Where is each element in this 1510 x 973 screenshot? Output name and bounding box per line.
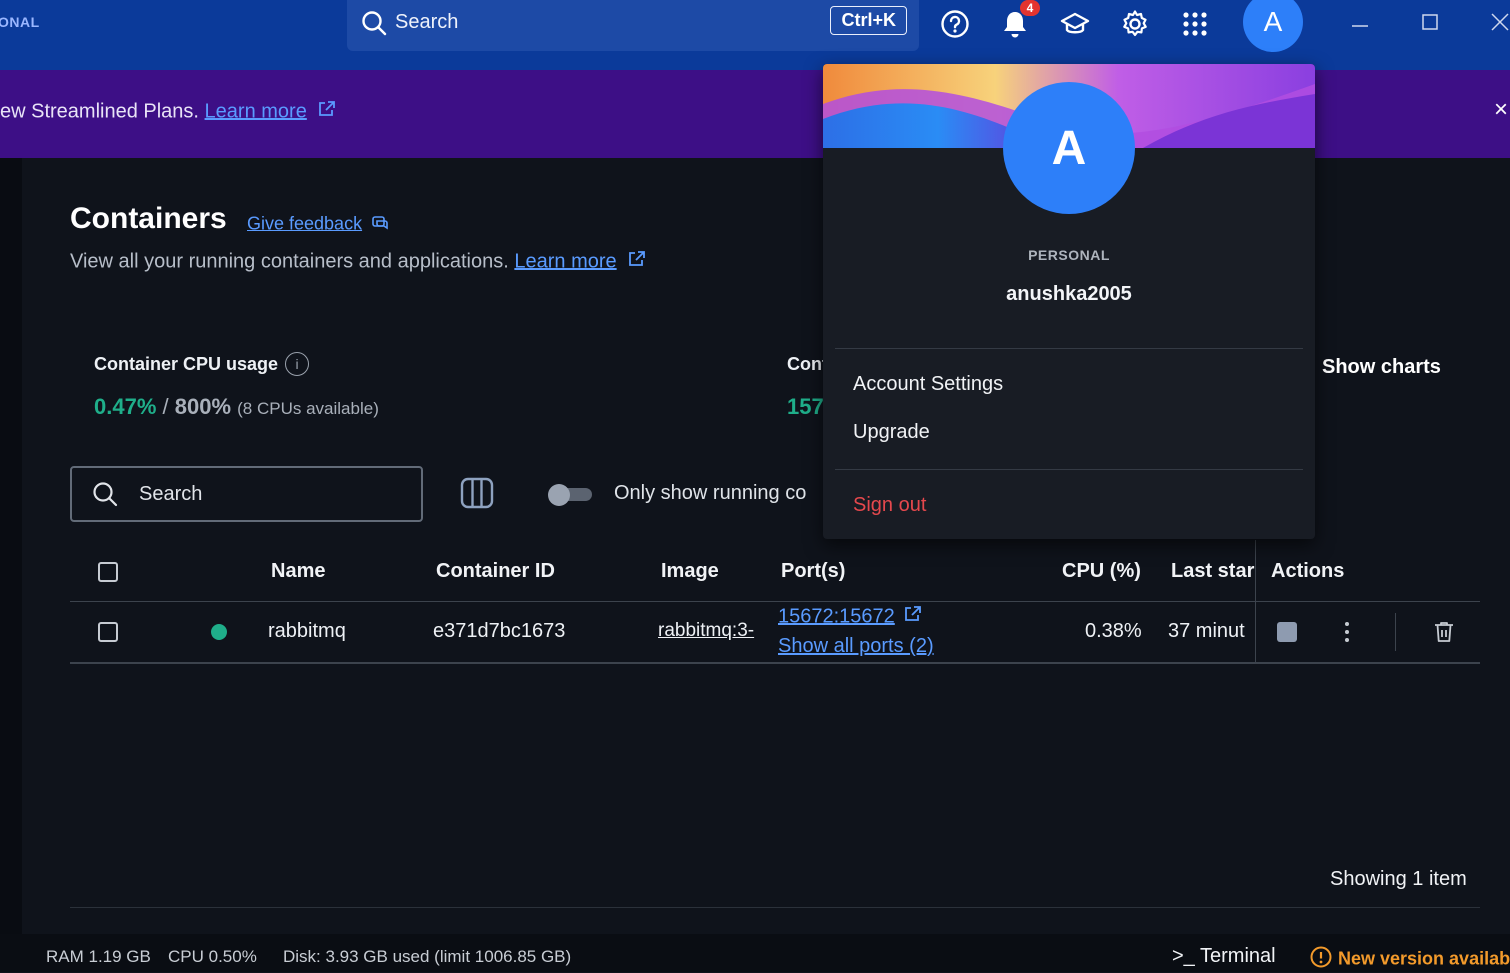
maximize-icon[interactable] — [1412, 8, 1448, 36]
help-icon[interactable] — [935, 6, 975, 42]
warning-icon — [1310, 946, 1332, 973]
notification-count-badge: 4 — [1020, 0, 1040, 16]
info-icon[interactable]: i — [285, 352, 309, 376]
column-header-cpu[interactable]: CPU (%) — [1062, 560, 1141, 583]
search-icon — [92, 481, 118, 512]
item-count: Showing 1 item — [1330, 868, 1467, 890]
brand-label: ONAL — [0, 14, 40, 30]
actions-column-divider — [1255, 540, 1256, 664]
running-status-dot — [211, 624, 227, 640]
column-header-name[interactable]: Name — [271, 560, 325, 583]
toggle-knob — [548, 484, 570, 506]
column-header-ports[interactable]: Port(s) — [781, 560, 845, 583]
row-checkbox[interactable] — [98, 622, 118, 642]
table-header-divider — [70, 601, 1480, 602]
cpu-used: 0.47% — [94, 394, 157, 419]
page-subtitle-text: View all your running containers and app… — [70, 250, 515, 273]
container-search-input[interactable]: Search — [70, 466, 423, 522]
stop-icon[interactable] — [1277, 622, 1297, 642]
menu-item-account-settings[interactable]: Account Settings — [853, 373, 1003, 396]
port-link[interactable]: 15672:15672 — [778, 605, 922, 629]
running-only-label: Only show running co — [614, 482, 807, 504]
table-row-divider — [70, 662, 1480, 664]
select-all-checkbox[interactable] — [98, 562, 118, 582]
gear-icon[interactable] — [1115, 6, 1155, 42]
menu-divider — [835, 469, 1303, 470]
show-charts-button[interactable]: Show charts — [1322, 356, 1441, 379]
subtitle-learn-more-link[interactable]: Learn more — [514, 250, 616, 272]
sidebar-edge — [0, 158, 22, 934]
external-link-icon — [628, 250, 646, 274]
port-mapping-link[interactable]: 15672:15672 — [778, 605, 895, 627]
container-id: e371d7bc1673 — [433, 620, 566, 642]
ram-usage: RAM 1.19 GB — [46, 947, 151, 966]
give-feedback-link[interactable]: Give feedback — [247, 213, 389, 236]
more-options-icon[interactable] — [1338, 620, 1356, 649]
external-link-icon — [904, 605, 922, 629]
feedback-icon — [371, 213, 389, 236]
page-subtitle: View all your running containers and app… — [70, 250, 646, 274]
show-all-ports-link[interactable]: Show all ports (2) — [778, 635, 934, 658]
container-last-started: 37 minut — [1168, 620, 1245, 642]
menu-item-upgrade[interactable]: Upgrade — [853, 421, 930, 444]
page-title: Containers — [70, 202, 227, 235]
cpu-usage-status: CPU 0.50% — [168, 947, 257, 966]
columns-icon[interactable] — [460, 476, 494, 515]
cpu-note: (8 CPUs available) — [237, 399, 379, 418]
account-menu: A PERSONAL anushka2005 Account Settings … — [823, 64, 1315, 539]
column-header-last-started[interactable]: Last star — [1171, 560, 1255, 583]
account-username: anushka2005 — [1006, 283, 1132, 305]
menu-item-sign-out[interactable]: Sign out — [853, 494, 926, 517]
memory-usage-label: Cont — [787, 354, 823, 374]
global-search-label: Search — [395, 11, 459, 33]
minimize-icon[interactable] — [1342, 8, 1378, 36]
promo-learn-more-link[interactable]: Learn more — [205, 100, 307, 122]
close-window-icon[interactable] — [1482, 8, 1510, 36]
actions-divider — [1395, 613, 1396, 651]
column-header-actions: Actions — [1271, 560, 1345, 582]
promo-banner-message: ew Streamlined Plans. — [0, 100, 205, 123]
memory-usage-value: 157 — [787, 394, 823, 419]
global-search-bar[interactable]: Search Ctrl+K — [347, 0, 919, 51]
running-only-toggle[interactable] — [548, 484, 592, 506]
account-plan-label: PERSONAL — [1028, 247, 1110, 263]
give-feedback-label[interactable]: Give feedback — [247, 213, 362, 233]
container-image-link[interactable]: rabbitmq:3- — [658, 620, 768, 642]
cpu-total: 800% — [174, 394, 232, 419]
container-name[interactable]: rabbitmq — [268, 620, 346, 643]
trash-icon[interactable] — [1433, 620, 1455, 649]
terminal-button[interactable]: >_ Terminal — [1172, 945, 1276, 968]
disk-usage: Disk: 3.93 GB used (limit 1006.85 GB) — [283, 947, 572, 966]
apps-grid-icon[interactable] — [1175, 6, 1215, 42]
update-notice-text: New version availabl — [1338, 948, 1510, 969]
banner-close-button[interactable]: × — [1494, 96, 1508, 124]
search-icon — [361, 10, 387, 41]
cpu-usage-label: Container CPU usage — [94, 354, 279, 374]
search-shortcut-badge: Ctrl+K — [830, 6, 907, 35]
learning-center-icon[interactable] — [1055, 6, 1095, 42]
menu-divider — [835, 348, 1303, 349]
column-header-image[interactable]: Image — [661, 560, 719, 583]
promo-banner-text: ew Streamlined Plans. Learn more — [0, 100, 336, 124]
account-menu-avatar: A — [1003, 82, 1135, 214]
container-cpu: 0.38% — [1085, 620, 1142, 642]
footer-divider — [70, 907, 1480, 908]
update-notice[interactable]: New version availabl — [1310, 946, 1510, 973]
cpu-usage-value: 0.47% / 800% (8 CPUs available) — [94, 394, 379, 420]
container-search-placeholder: Search — [139, 483, 203, 505]
cpu-separator: / — [156, 394, 175, 419]
column-header-container-id[interactable]: Container ID — [436, 560, 555, 583]
external-link-icon — [318, 100, 336, 124]
